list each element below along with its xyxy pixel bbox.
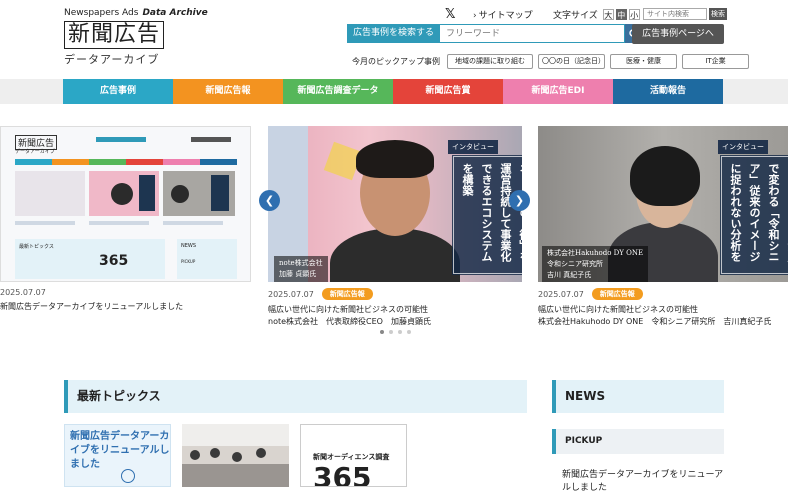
slide-photo: インタビュー 多様な人々が集まるネット上の「街」を運営持続して事業化できるエコシ… [268,126,522,282]
logo-tagline: Newspapers Ads Data Archive [64,8,208,18]
topic-card-text: 新聞広告データアーカイブをリニューアルしました [70,431,170,470]
carousel-slide-note[interactable]: インタビュー 多様な人々が集まるネット上の「街」を運営持続して事業化できるエコシ… [268,126,522,328]
slide-caption-line2[interactable]: note株式会社 代表取締役CEO 加藤貞顕氏 [268,316,522,328]
topic-card-survey[interactable]: 新聞オーディエンス調査 365 [300,424,407,487]
carousel-dot[interactable] [407,330,411,334]
font-size-medium-button[interactable]: 中 [615,9,627,20]
ad-page-button[interactable]: 広告事例ページへ [632,24,724,44]
pickup-news-item[interactable]: 新聞広告データアーカイブをリニューアルしました [562,469,724,495]
pickup-item-it[interactable]: IT企業 [682,54,749,69]
font-size-switcher: 文字サイズ 大 中 小 [553,8,640,21]
mini-slide-1 [15,171,85,216]
ad-search: 広告事例を検索する [347,24,644,43]
latest-topics-heading: 最新トピックス [64,380,527,413]
slide-title-vertical: 多様な人々が集まるネット上の「街」を運営持続して事業化できるエコシステムを構築 [452,155,522,275]
mini-button [191,137,231,142]
site-header: Newspapers Ads Data Archive 新聞広告 データアーカイブ… [0,0,788,78]
mini-search [96,137,146,142]
sitemap-link[interactable]: › サイトマップ [473,8,533,21]
topic-card-renewal[interactable]: 新聞広告データアーカイブをリニューアルしました [64,424,171,487]
chevron-right-icon: › [473,11,477,21]
slide-title-vertical: スマートフォン活用で変わる「令和シニア」従来のイメージに捉われない分析を [720,155,788,275]
site-search-input[interactable] [643,8,707,20]
slide-caption[interactable]: 新聞広告データアーカイブをリニューアルしました [0,301,251,313]
category-badge[interactable]: 新聞広告報 [321,288,373,300]
mini-nav [15,159,237,165]
nav-item-survey-data[interactable]: 新聞広告調査データ [283,79,393,104]
font-size-small-button[interactable]: 小 [628,9,640,20]
pickup-item-anniversary[interactable]: 〇〇の日（記念日） [538,54,605,69]
site-search: 検索 [643,8,727,20]
nav-item-activity[interactable]: 活動報告 [613,79,723,104]
slide-caption-line2[interactable]: 株式会社Hakuhodo DY ONE 令和シニア研究所 吉川真紀子氏 [538,316,788,328]
font-size-large-button[interactable]: 大 [602,9,614,20]
news-heading: NEWS [552,380,724,413]
slide-person-tag: 株式会社Hakuhodo DY ONE 令和シニア研究所 吉川 真紀子氏 [542,246,649,282]
site-logo[interactable]: Newspapers Ads Data Archive 新聞広告 データアーカイブ [64,8,208,67]
global-nav: 広告事例 新聞広告報 新聞広告調査データ 新聞広告賞 新聞広告EDI 活動報告 [0,79,788,104]
nav-item-ad-award[interactable]: 新聞広告賞 [393,79,503,104]
carousel-slide-renewal[interactable]: 新聞広告 データアーカイブ 最新トピックス 365 NEWS PICKUP 20… [0,126,251,313]
slide-date: 2025.07.07 [0,288,46,297]
carousel-prev-button[interactable]: ❮ [259,190,280,211]
survey-number: 365 [313,461,372,487]
slide-person-tag: note株式会社 加藤 貞顕氏 [274,256,328,282]
mini-news: NEWS PICKUP [177,239,237,279]
mini-topics: 最新トピックス 365 [15,239,165,279]
pickup-bar: 今月のピックアップ事例 地域の課題に取り組む 〇〇の日（記念日） 医療・健康 I… [352,54,749,69]
mini-slide-2 [89,171,159,216]
slide-meta: 2025.07.07 [0,288,251,297]
interview-tag: インタビュー [448,140,498,154]
category-badge[interactable]: 新聞広告報 [591,288,643,300]
logo-subtitle: データアーカイブ [64,53,160,66]
x-icon[interactable]: 𝕏 [445,7,455,22]
pickup-heading: PICKUP [552,429,724,454]
font-size-label: 文字サイズ [553,11,598,21]
slide-photo: インタビュー スマートフォン活用で変わる「令和シニア」従来のイメージに捉われない… [538,126,788,282]
mini-slide-3 [163,171,235,216]
slide-thumbnail: 新聞広告 データアーカイブ 最新トピックス 365 NEWS PICKUP [0,126,251,282]
carousel-dot[interactable] [389,330,393,334]
topic-card-event[interactable] [182,424,289,487]
ad-search-label: 広告事例を検索する [347,24,441,43]
slide-meta: 2025.07.07 新聞広告報 [538,288,788,300]
nav-item-ad-report[interactable]: 新聞広告報 [173,79,283,104]
slide-date: 2025.07.07 [538,289,584,299]
carousel-pagination [380,330,411,334]
site-search-button[interactable]: 検索 [709,8,727,20]
globe-icon [121,469,135,483]
logo-main: 新聞広告 [64,21,165,49]
pickup-item-medical[interactable]: 医療・健康 [610,54,677,69]
ad-search-input[interactable] [440,24,626,43]
nav-item-ad-cases[interactable]: 広告事例 [63,79,173,104]
carousel-dot[interactable] [398,330,402,334]
carousel-slide-hakuhodo[interactable]: インタビュー スマートフォン活用で変わる「令和シニア」従来のイメージに捉われない… [538,126,788,328]
slide-meta: 2025.07.07 新聞広告報 [268,288,522,300]
slide-date: 2025.07.07 [268,289,314,299]
mini-logo-sub: データアーカイブ [15,149,55,155]
slide-caption-line1[interactable]: 幅広い世代に向けた新聞社ビジネスの可能性 [538,304,788,316]
pickup-item-region[interactable]: 地域の課題に取り組む [447,54,533,69]
nav-item-edi[interactable]: 新聞広告EDI [503,79,613,104]
carousel-next-button[interactable]: ❯ [509,190,530,211]
slide-caption-line1[interactable]: 幅広い世代に向けた新聞社ビジネスの可能性 [268,304,522,316]
pickup-label: 今月のピックアップ事例 [352,57,440,66]
interview-tag: インタビュー [718,140,768,154]
carousel-dot[interactable] [380,330,384,334]
